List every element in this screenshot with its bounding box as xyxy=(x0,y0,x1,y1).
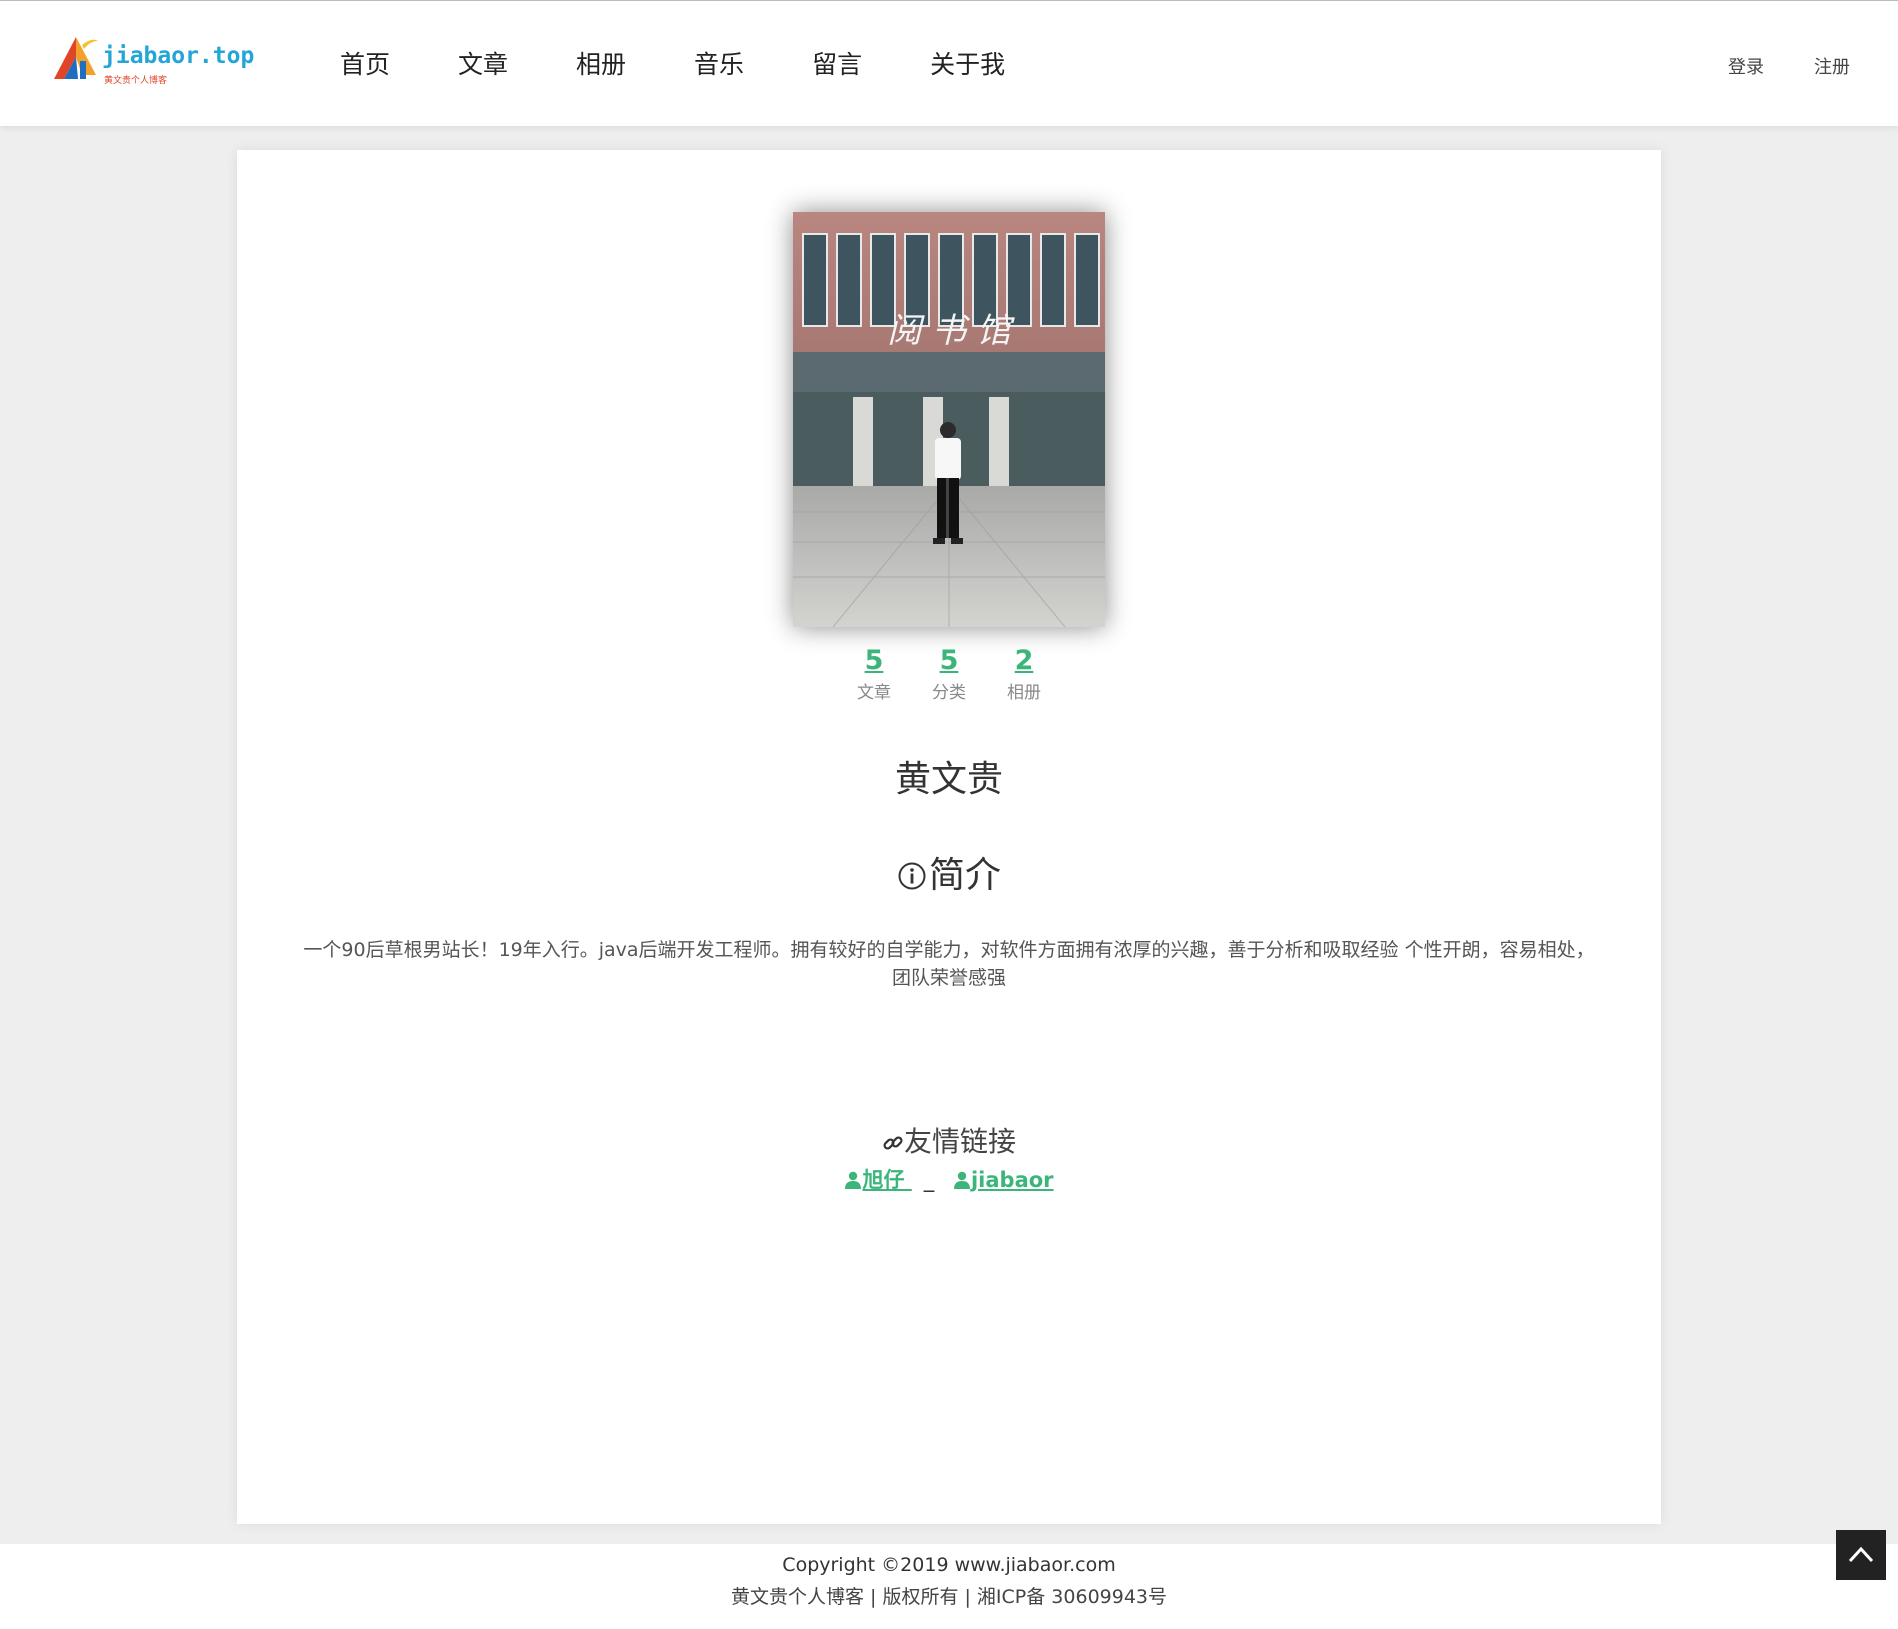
friend-link-xuzai-label: 旭仔 xyxy=(862,1168,905,1192)
friend-links-heading-text: 友情链接 xyxy=(903,1125,1016,1158)
stat-albums-label: 相册 xyxy=(1007,683,1041,703)
logo-mark-icon xyxy=(54,37,98,79)
profile-photo-image: 阅 书 馆 xyxy=(793,212,1105,627)
stat-articles-label: 文章 xyxy=(857,683,891,703)
stat-categories-label: 分类 xyxy=(932,683,966,703)
stat-albums-count[interactable]: 2 xyxy=(987,645,1062,676)
footer-rights: 黄文贵个人博客 | 版权所有 | 湘ICP备 30609943号 xyxy=(730,1586,1168,1608)
nav-item-music[interactable]: 音乐 xyxy=(694,45,744,81)
friend-link-separator: _ xyxy=(923,1168,935,1192)
stat-categories-count[interactable]: 5 xyxy=(912,645,987,676)
friend-links-list: 旭仔 _ jiabaor xyxy=(237,1164,1661,1194)
stat-albums: 2 相册 xyxy=(987,645,1062,703)
nav-item-articles[interactable]: 文章 xyxy=(458,45,508,81)
nav-item-albums[interactable]: 相册 xyxy=(576,45,626,81)
top-navbar: jiabaor.top 黄文贵个人博客 首页 文章 相册 音乐 留言 关于我 登… xyxy=(0,0,1898,126)
logo-subtitle: 黄文贵个人博客 xyxy=(104,76,168,86)
stat-articles: 5 文章 xyxy=(837,645,912,703)
site-logo[interactable]: jiabaor.top 黄文贵个人博客 xyxy=(52,35,254,91)
main-nav: 首页 文章 相册 音乐 留言 关于我 xyxy=(340,45,1073,81)
nav-item-home[interactable]: 首页 xyxy=(340,45,390,81)
profile-photo: 阅 书 馆 xyxy=(793,212,1105,627)
photo-sign-text: 阅 书 馆 xyxy=(887,311,1016,351)
intro-text: 一个90后草根男站长！19年入行。java后端开发工程师。拥有较好的自学能力，对… xyxy=(303,939,1595,989)
info-circle-icon xyxy=(897,859,927,900)
friend-link-jiabaor-label: jiabaor xyxy=(970,1168,1054,1192)
nav-item-messages[interactable]: 留言 xyxy=(812,45,862,81)
profile-name: 黄文贵 xyxy=(894,759,1003,800)
auth-links: 登录 注册 xyxy=(1678,53,1850,79)
stat-articles-count[interactable]: 5 xyxy=(837,645,912,676)
stat-categories: 5 分类 xyxy=(912,645,987,703)
friend-link-xuzai[interactable]: 旭仔 xyxy=(844,1168,911,1192)
friend-link-jiabaor[interactable]: jiabaor xyxy=(953,1168,1054,1192)
profile-stats: 5 文章 5 分类 2 相册 xyxy=(237,645,1661,703)
user-icon xyxy=(953,1171,970,1189)
friend-links-heading: 友情链接 xyxy=(237,1120,1661,1161)
site-footer: Copyright ©2019 www.jiabaor.com 黄文贵个人博客 … xyxy=(0,1544,1898,1629)
logo-text: jiabaor.top xyxy=(102,43,255,69)
login-link[interactable]: 登录 xyxy=(1728,53,1764,79)
footer-copyright: Copyright ©2019 www.jiabaor.com xyxy=(782,1554,1116,1576)
chevron-up-icon xyxy=(1848,1546,1874,1563)
intro-heading-text: 简介 xyxy=(928,855,1001,896)
register-link[interactable]: 注册 xyxy=(1814,53,1850,79)
nav-item-about[interactable]: 关于我 xyxy=(930,45,1005,81)
back-to-top-button[interactable] xyxy=(1836,1530,1886,1580)
intro-heading: 简介 xyxy=(237,846,1661,900)
user-icon xyxy=(845,1171,862,1189)
about-card: 阅 书 馆 5 文章 5 分类 2 相册 黄文贵 简介 一个90后草根男站长！1… xyxy=(237,150,1661,1524)
link-icon xyxy=(882,1128,904,1161)
